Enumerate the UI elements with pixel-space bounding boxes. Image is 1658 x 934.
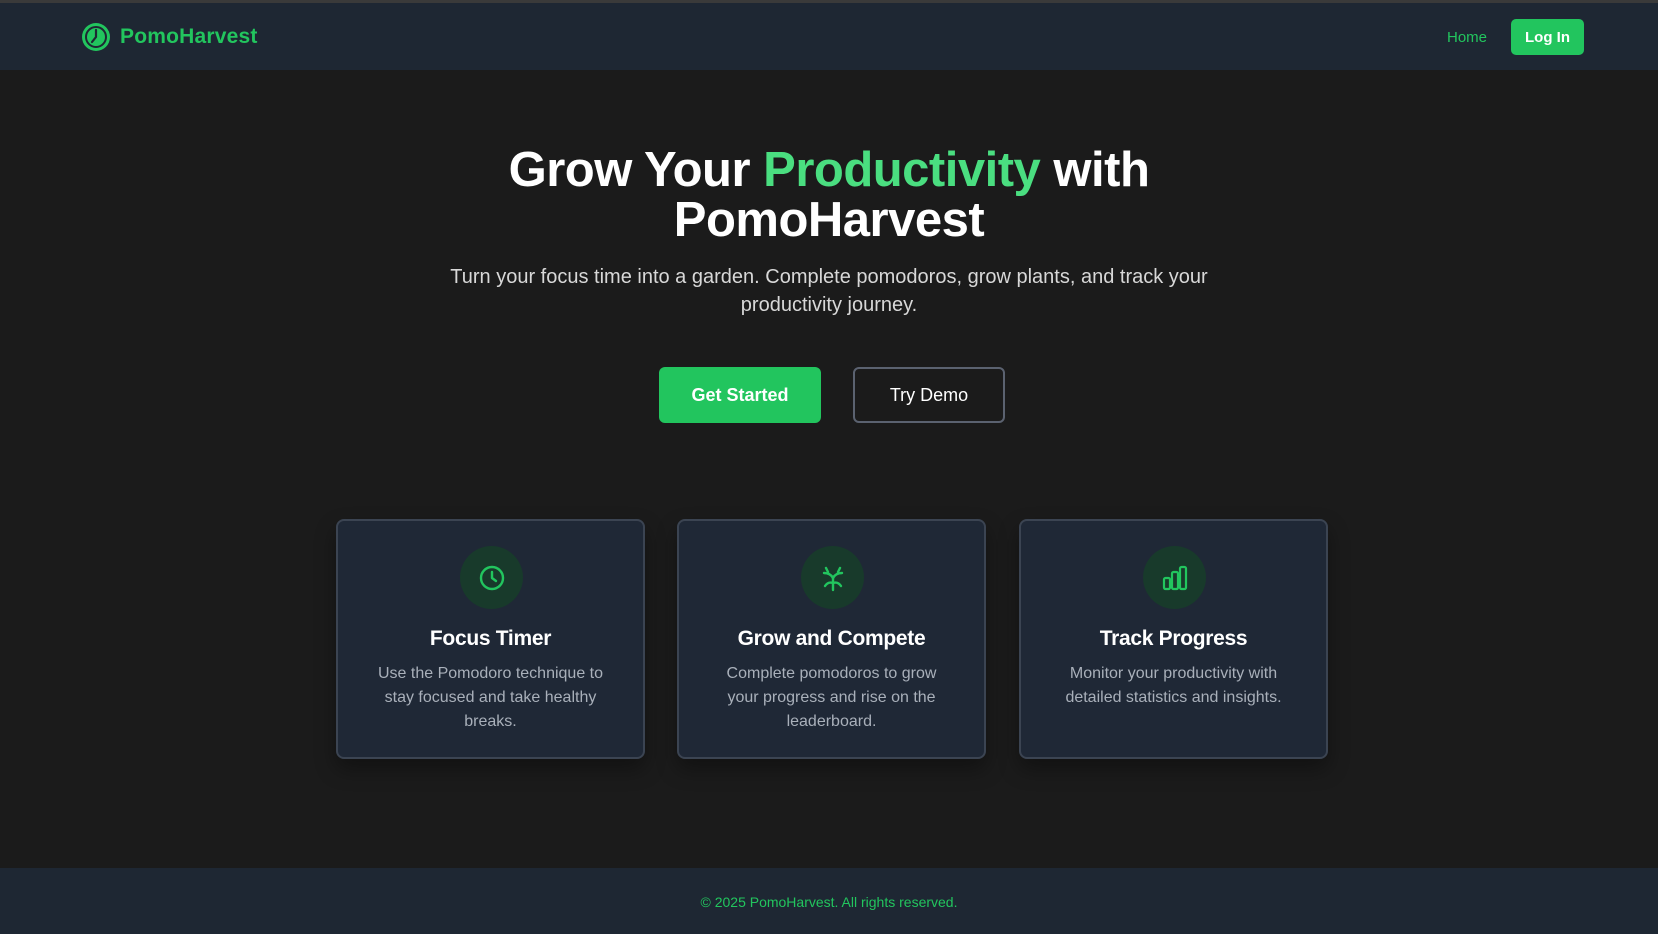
hero-title-line2: PomoHarvest	[673, 193, 985, 247]
bar-chart-icon	[1143, 546, 1206, 609]
hero-title-accent: Productivity	[763, 143, 1041, 197]
sprout-icon	[801, 546, 864, 609]
nav-home-link[interactable]: Home	[1447, 29, 1487, 46]
page-footer: © 2025 PomoHarvest. All rights reserved.	[0, 868, 1658, 934]
brand-name: PomoHarvest	[120, 25, 258, 48]
feature-title: Track Progress	[1099, 627, 1248, 650]
clock-icon	[460, 546, 523, 609]
feature-card-grow-compete: Grow and Compete Complete pomodoros to g…	[677, 519, 986, 759]
footer-copyright: © 2025 PomoHarvest. All rights reserved.	[700, 894, 958, 910]
hero-subtitle: Turn your focus time into a garden. Comp…	[450, 266, 1208, 316]
feature-description: Use the Pomodoro technique to stay focus…	[377, 665, 604, 730]
try-demo-button[interactable]: Try Demo	[853, 367, 1005, 423]
feature-description: Complete pomodoros to grow your progress…	[726, 665, 937, 730]
hero-title-part1: Grow Your	[508, 143, 764, 197]
feature-title: Focus Timer	[429, 627, 552, 650]
hero-title-part2: with	[1040, 143, 1150, 197]
clock-logo-icon	[82, 23, 110, 51]
top-navbar: PomoHarvest Home Log In	[0, 3, 1658, 70]
feature-card-focus-timer: Focus Timer Use the Pomodoro technique t…	[336, 519, 645, 759]
feature-card-track-progress: Track Progress Monitor your productivity…	[1019, 519, 1328, 759]
feature-title: Grow and Compete	[737, 627, 926, 650]
login-button[interactable]: Log In	[1511, 19, 1584, 55]
feature-description: Monitor your productivity with detailed …	[1065, 665, 1282, 706]
hero-title: Grow Your Productivity with PomoHarvest	[329, 145, 1329, 245]
brand-link[interactable]: PomoHarvest	[81, 22, 258, 52]
get-started-button[interactable]: Get Started	[659, 367, 821, 423]
